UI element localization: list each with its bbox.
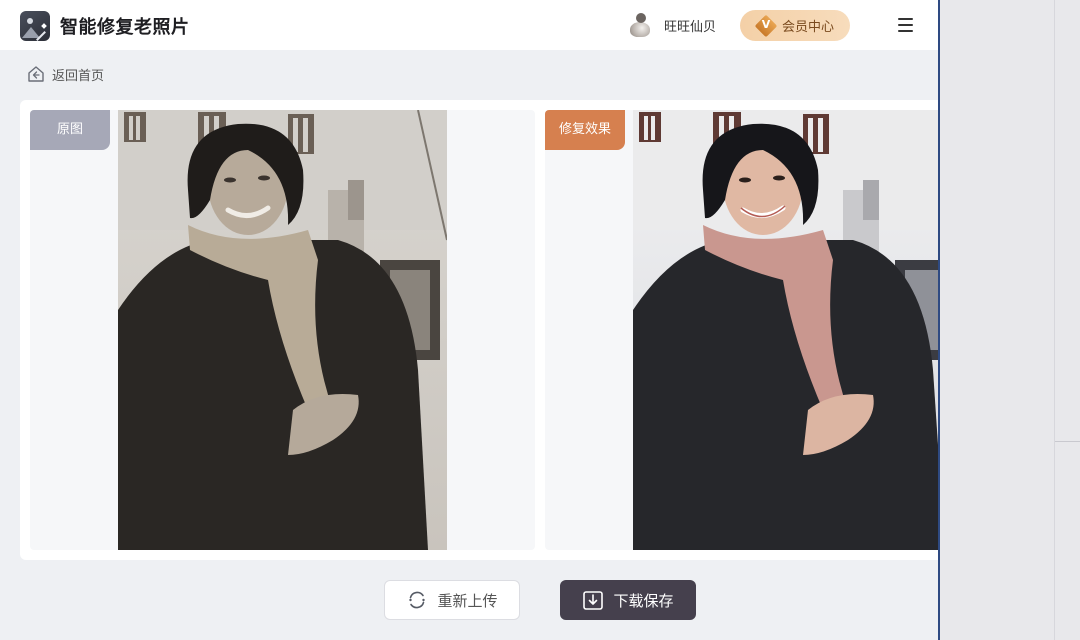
refresh-icon (409, 591, 426, 609)
home-icon (28, 66, 44, 82)
member-center-button[interactable]: V 会员中心 (740, 10, 850, 41)
download-button[interactable]: 下载保存 (560, 580, 696, 620)
user-profile[interactable]: 旺旺仙贝 (628, 12, 716, 38)
username[interactable]: 旺旺仙贝 (664, 16, 716, 35)
member-center-label: 会员中心 (781, 20, 834, 35)
restored-panel: 修复效果 (545, 110, 938, 550)
restored-photo (633, 110, 938, 550)
comparison-card: 原图 修复效果 (20, 100, 938, 560)
photo-restore-logo-icon (20, 11, 50, 41)
original-photo (118, 110, 447, 550)
top-header: 智能修复老照片 旺旺仙贝 V 会员中心 (0, 0, 938, 50)
download-label: 下载保存 (613, 591, 674, 610)
app-title: 智能修复老照片 (60, 17, 190, 38)
hamburger-menu-icon[interactable] (898, 17, 914, 33)
vip-diamond-icon: V (754, 14, 778, 37)
background-side-panel (940, 0, 1080, 640)
download-icon (583, 591, 604, 610)
original-tag: 原图 (30, 110, 110, 150)
back-to-home-link[interactable]: 返回首页 (27, 64, 104, 84)
avatar[interactable] (628, 12, 652, 38)
reupload-label: 重新上传 (437, 591, 498, 610)
back-label: 返回首页 (52, 68, 105, 84)
reupload-button[interactable]: 重新上传 (384, 580, 520, 620)
original-panel: 原图 (30, 110, 535, 550)
restored-tag: 修复效果 (545, 110, 625, 150)
app-window: 智能修复老照片 旺旺仙贝 V 会员中心 返回首页 原图 修复效果 重新上传 下载… (0, 0, 938, 640)
